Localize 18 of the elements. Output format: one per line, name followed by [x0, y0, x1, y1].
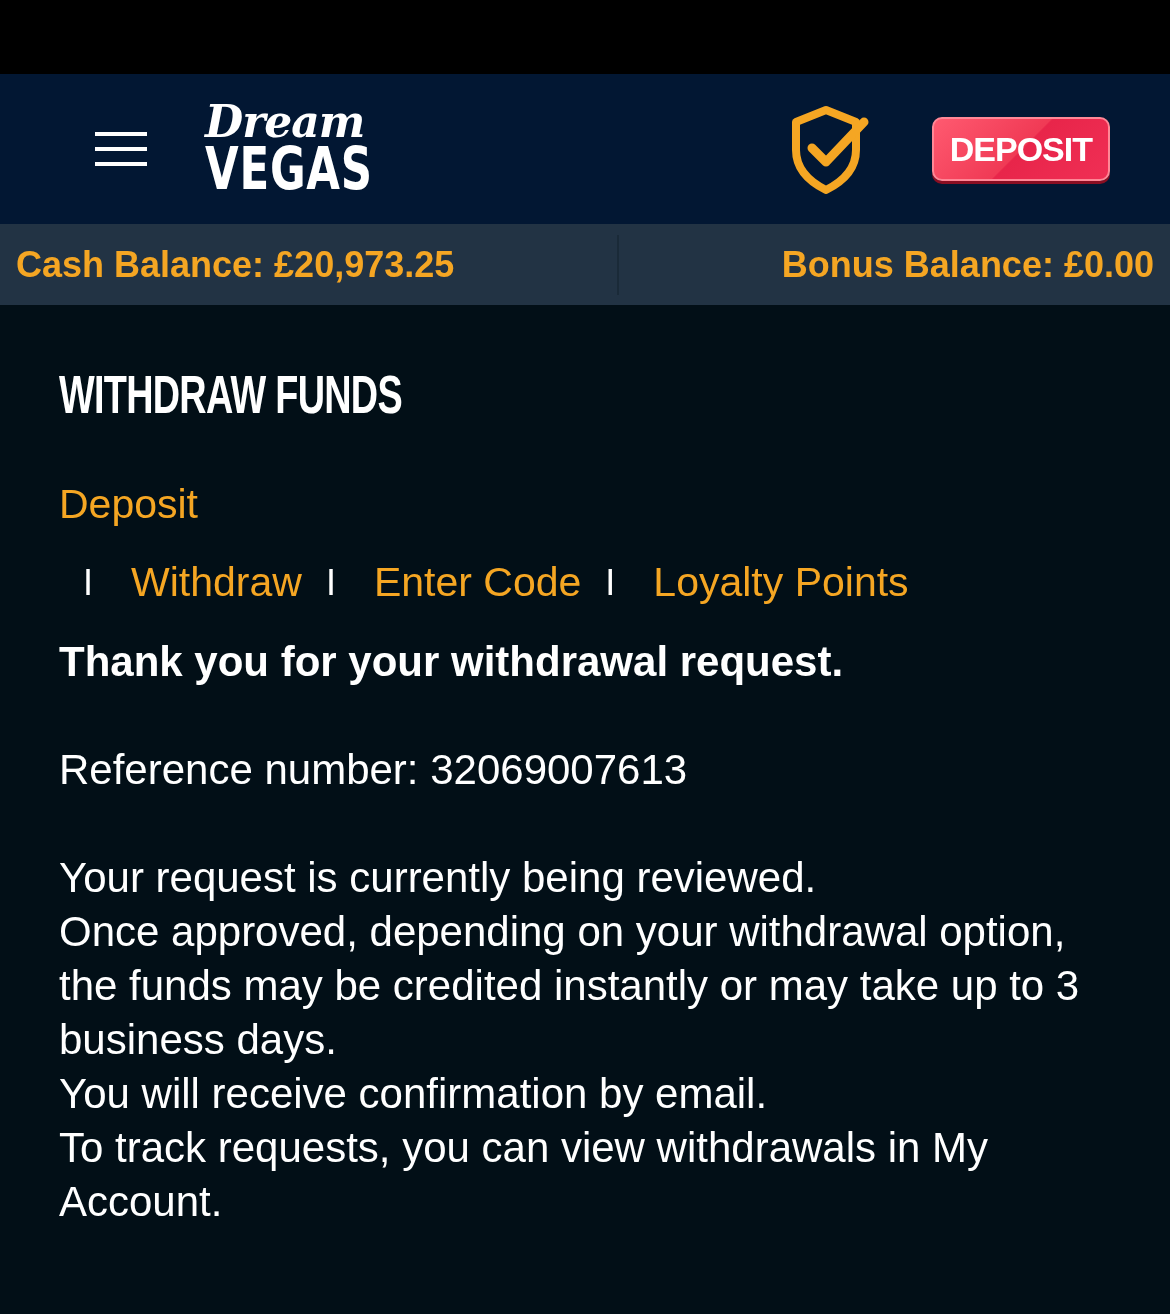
nav-link[interactable]: Withdraw: [131, 557, 302, 607]
nav-link[interactable]: Loyalty Points: [653, 557, 909, 607]
reference-number: Reference number: 32069007613: [59, 744, 689, 795]
nav-separator: I: [605, 560, 616, 604]
message-text: You will receive confirmation by email.: [59, 1068, 769, 1119]
menu-icon[interactable]: [95, 130, 147, 168]
nav-separator: I: [325, 560, 336, 604]
message-heading: Thank you for your withdrawal request.: [59, 636, 845, 687]
message-text: To track requests, you can view withdrawals in My Account.: [59, 1122, 990, 1227]
deposit-button[interactable]: DEPOSIT: [931, 116, 1110, 182]
message-text: Your request is currently being reviewed.: [59, 852, 818, 903]
message-text: Once approved, depending on your withdrawal option, the funds may be credited instantly or may take up to 3 business days.: [59, 906, 1081, 1065]
nav-link[interactable]: Deposit: [59, 480, 198, 530]
nav-link[interactable]: Enter Code: [373, 557, 582, 607]
bonus-balance: Bonus Balance: £0.00: [781, 242, 1154, 287]
cash-balance: Cash Balance: £20,973.25: [16, 242, 455, 287]
nav-separator: I: [83, 560, 93, 604]
page-title: WITHDRAW FUNDS: [59, 365, 402, 425]
